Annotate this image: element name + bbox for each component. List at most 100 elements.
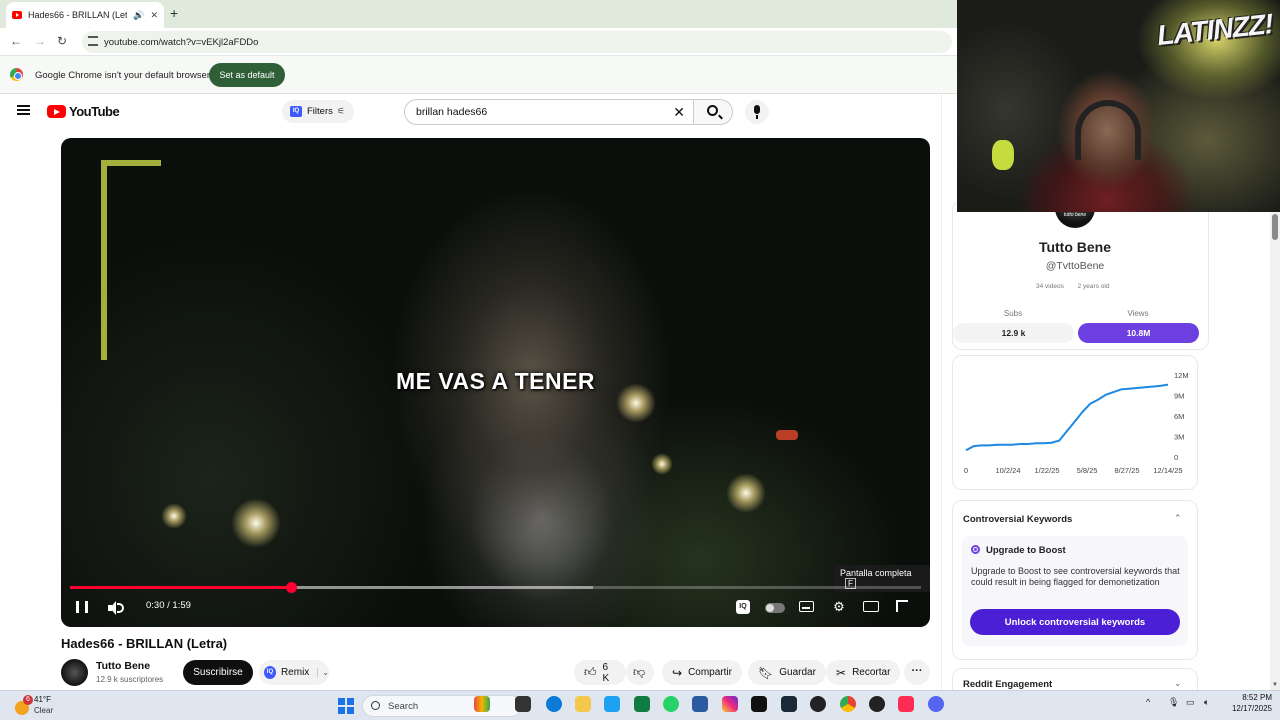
back-arrow-icon[interactable]: ← bbox=[10, 34, 22, 48]
subscribe-button[interactable]: Suscribirse bbox=[183, 660, 253, 685]
bookmark-icon: 🔖︎ bbox=[758, 665, 774, 680]
tiktok-live-icon[interactable] bbox=[898, 696, 914, 712]
widget-app-icon[interactable] bbox=[474, 696, 490, 712]
subscriber-count: 12.9 k suscriptores bbox=[96, 675, 164, 684]
menu-icon[interactable] bbox=[17, 105, 30, 115]
taskbar-clock[interactable]: 8:52 PM 12/17/2025 bbox=[1222, 692, 1272, 714]
video-title: Hades66 - BRILLAN (Letra) bbox=[61, 636, 228, 651]
store-icon[interactable] bbox=[692, 696, 708, 712]
task-view-icon[interactable] bbox=[515, 696, 531, 712]
whatsapp-icon[interactable] bbox=[663, 696, 679, 712]
wall-graffiti: LATINZZ! bbox=[1155, 8, 1275, 51]
tab-audio-icon[interactable]: 🔊 bbox=[133, 10, 144, 21]
tiktok-icon[interactable] bbox=[751, 696, 767, 712]
vidiq-icon: IQ bbox=[264, 666, 276, 679]
start-button[interactable] bbox=[338, 698, 354, 714]
instagram-icon[interactable] bbox=[722, 696, 738, 712]
more-actions-button[interactable]: ··· bbox=[904, 660, 930, 685]
theater-mode-icon[interactable] bbox=[863, 601, 879, 612]
youtube-favicon-icon bbox=[12, 11, 22, 19]
video-scene-light bbox=[231, 498, 281, 548]
share-label: Compartir bbox=[688, 667, 732, 678]
temperature: 41°F bbox=[34, 695, 51, 704]
views-label: Views bbox=[1127, 309, 1149, 318]
chrome-taskbar-icon[interactable] bbox=[840, 696, 856, 712]
search-icon bbox=[371, 701, 380, 710]
chevron-down-icon[interactable]: ⌄ bbox=[317, 668, 329, 677]
views-line-chart: 12M 9M 6M 3M 0 0 10/2/24 1/22/25 5/8/25 8/27/25 12… bbox=[964, 371, 1189, 475]
obs-icon[interactable] bbox=[810, 696, 826, 712]
video-player[interactable]: ME VAS A TENER Pantalla completaF 0:30 /… bbox=[61, 138, 930, 627]
excel-icon[interactable] bbox=[634, 696, 650, 712]
clock-date: 12/17/2025 bbox=[1231, 704, 1272, 713]
chevron-down-icon[interactable]: ⌄ bbox=[1174, 678, 1182, 689]
channel-age: 2 years old bbox=[1077, 283, 1110, 290]
reload-icon[interactable]: ↻ bbox=[57, 34, 67, 48]
microphone-icon[interactable]: 🎙︎ bbox=[1168, 697, 1179, 708]
steam-icon[interactable] bbox=[781, 696, 797, 712]
search-button[interactable] bbox=[693, 99, 733, 125]
youtube-logo[interactable]: YouTube bbox=[47, 104, 120, 119]
share-button[interactable]: ↪ Compartir bbox=[662, 660, 742, 685]
discord-icon[interactable] bbox=[928, 696, 944, 712]
panel-channel-name: Tutto Bene bbox=[1038, 239, 1112, 255]
taskbar-search[interactable]: Search bbox=[362, 695, 522, 717]
channel-avatar[interactable] bbox=[61, 659, 88, 686]
clock-time: 8:52 PM bbox=[1242, 693, 1272, 702]
filters-button[interactable]: IQ Filters ⚟ bbox=[282, 100, 354, 123]
like-button[interactable]: 👍︎ 6 K bbox=[574, 660, 626, 685]
autoplay-toggle[interactable] bbox=[765, 603, 785, 613]
y-tick-label: 0 bbox=[1174, 453, 1178, 462]
pause-icon[interactable] bbox=[76, 601, 88, 613]
views-value-tab[interactable]: 10.8M bbox=[1078, 323, 1199, 343]
tab-close-icon[interactable]: ✕ bbox=[150, 10, 158, 21]
site-info-icon[interactable] bbox=[88, 36, 98, 46]
file-explorer-icon[interactable] bbox=[575, 696, 591, 712]
progress-scrubber[interactable] bbox=[286, 582, 298, 593]
set-as-default-button[interactable]: Set as default bbox=[209, 63, 285, 87]
thumbs-up-icon: 👍︎ bbox=[584, 665, 597, 679]
weather-widget[interactable]: 6 bbox=[13, 695, 35, 717]
filters-label: Filters bbox=[307, 106, 333, 117]
x-tick-label: 5/8/25 bbox=[1077, 466, 1098, 475]
time-display: 0:30 / 1:59 bbox=[146, 600, 191, 611]
dislike-button[interactable]: 👎︎ bbox=[626, 660, 654, 685]
volume-icon[interactable] bbox=[108, 601, 124, 615]
clip-button[interactable]: ✂ Recortar bbox=[826, 660, 901, 685]
like-count: 6 K bbox=[602, 661, 610, 684]
save-button[interactable]: 🔖︎ Guardar bbox=[748, 660, 826, 685]
browser-tab[interactable]: Hades66 - BRILLAN (Letra) 🔊 ✕ bbox=[6, 2, 164, 28]
tab-title: Hades66 - BRILLAN (Letra) bbox=[28, 10, 128, 20]
scrollbar-thumb[interactable] bbox=[1272, 214, 1278, 240]
app-taskbar-icon[interactable] bbox=[869, 696, 885, 712]
remix-button[interactable]: IQ Remix ⌄ bbox=[259, 660, 329, 685]
panel-channel-meta: 34 videos 2 years old bbox=[1036, 283, 1121, 290]
notification-badge: 6 bbox=[23, 695, 33, 705]
network-icon[interactable]: ▭ bbox=[1186, 697, 1195, 708]
new-tab-button[interactable]: + bbox=[170, 5, 178, 21]
settings-gear-icon[interactable]: ⚙ bbox=[831, 599, 847, 615]
page-scrollbar[interactable]: ▼ bbox=[1270, 212, 1280, 690]
twitter-icon[interactable] bbox=[604, 696, 620, 712]
speaker-icon[interactable]: 🔈︎ bbox=[1204, 697, 1209, 708]
webcam-overlay: LATINZZ! bbox=[957, 0, 1280, 212]
edge-icon[interactable] bbox=[546, 696, 562, 712]
subs-value-tab[interactable]: 12.9 k bbox=[953, 323, 1074, 343]
channel-name[interactable]: Tutto Bene bbox=[96, 660, 150, 672]
chevron-up-icon[interactable]: ⌃ bbox=[1174, 513, 1182, 524]
video-scene-red-light bbox=[776, 430, 798, 440]
clear-search-icon[interactable]: ✕ bbox=[673, 104, 685, 121]
video-scene-sign bbox=[101, 160, 161, 360]
vidiq-player-icon[interactable]: IQ bbox=[736, 600, 750, 614]
youtube-play-icon bbox=[47, 105, 66, 118]
scroll-down-arrow-icon[interactable]: ▼ bbox=[1272, 682, 1278, 688]
url-field[interactable]: youtube.com/watch?v=vEKjl2aFDDo bbox=[82, 31, 952, 53]
voice-search-icon[interactable] bbox=[745, 100, 769, 124]
forward-arrow-icon[interactable]: → bbox=[34, 34, 46, 48]
unlock-keywords-button[interactable]: Unlock controversial keywords bbox=[970, 609, 1180, 635]
tray-overflow-icon[interactable]: ^ bbox=[1146, 697, 1150, 707]
subtitles-icon[interactable] bbox=[799, 601, 814, 612]
fullscreen-icon[interactable] bbox=[896, 600, 908, 612]
progress-bar[interactable] bbox=[70, 582, 921, 593]
search-input[interactable]: brillan hades66 ✕ bbox=[404, 99, 694, 125]
